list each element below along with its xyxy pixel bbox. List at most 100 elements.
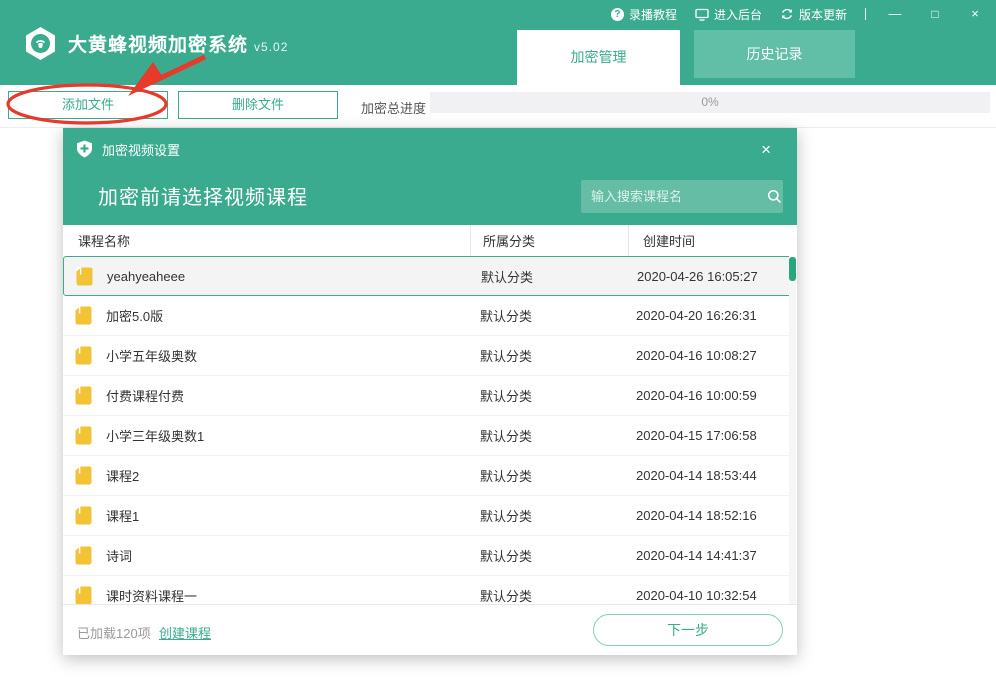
course-row[interactable]: 小学五年级奥数 默认分类 2020-04-16 10:08:27: [63, 336, 793, 376]
course-name: 小学五年级奥数: [106, 346, 197, 365]
search-box: [581, 180, 783, 213]
folder-icon: [76, 267, 93, 286]
course-name-cell: 诗词: [63, 546, 470, 565]
scrollbar-thumb[interactable]: [789, 257, 796, 281]
menu-label-backend: 进入后台: [714, 6, 762, 23]
title-bar: ? 录播教程 进入后台 版本更新 — □ ×: [0, 0, 996, 85]
folder-icon: [75, 466, 92, 485]
course-name-cell: yeahyeaheee: [64, 267, 471, 286]
course-name-cell: 课程1: [63, 506, 470, 525]
loaded-count-text: 已加载120项: [77, 623, 151, 642]
course-category: 默认分类: [470, 386, 628, 405]
column-header-name: 课程名称: [63, 225, 470, 256]
folder-icon: [75, 346, 92, 365]
dialog-footer: 已加载120项 创建课程 下一步: [63, 604, 797, 655]
course-created: 2020-04-14 18:53:44: [628, 468, 797, 483]
folder-icon: [75, 426, 92, 445]
folder-icon: [75, 506, 92, 525]
course-row[interactable]: 课程2 默认分类 2020-04-14 18:53:44: [63, 456, 793, 496]
menu-separator: [865, 8, 866, 20]
dialog-close-icon[interactable]: ×: [761, 141, 771, 158]
course-category: 默认分类: [470, 306, 628, 325]
course-name: 课程1: [106, 506, 139, 525]
dialog-teal-header: 加密视频设置 × 加密前请选择视频课程: [63, 128, 797, 225]
minimize-button[interactable]: —: [884, 0, 906, 28]
menu-item-update[interactable]: 版本更新: [780, 6, 847, 23]
course-row[interactable]: 课时资料课程一 默认分类 2020-04-10 10:32:54: [63, 576, 793, 604]
course-created: 2020-04-14 14:41:37: [628, 548, 797, 563]
course-created: 2020-04-16 10:08:27: [628, 348, 797, 363]
menu-label-update: 版本更新: [799, 6, 847, 23]
folder-icon: [75, 306, 92, 325]
course-created: 2020-04-20 16:26:31: [628, 308, 797, 323]
course-name: 诗词: [106, 546, 132, 565]
column-header-category: 所属分类: [470, 225, 628, 256]
dialog-title-small: 加密视频设置: [102, 140, 761, 159]
create-course-link[interactable]: 创建课程: [159, 623, 211, 642]
course-category: 默认分类: [471, 267, 629, 286]
maximize-button[interactable]: □: [924, 0, 946, 28]
course-name-cell: 小学五年级奥数: [63, 346, 470, 365]
course-category: 默认分类: [470, 586, 628, 604]
app-window: ? 录播教程 进入后台 版本更新 — □ ×: [0, 0, 996, 679]
progress-label: 加密总进度: [361, 98, 426, 117]
course-row[interactable]: 小学三年级奥数1 默认分类 2020-04-15 17:06:58: [63, 416, 793, 456]
course-name-cell: 付费课程付费: [63, 386, 470, 405]
scrollbar-track[interactable]: [789, 256, 796, 604]
folder-icon: [75, 546, 92, 565]
course-created: 2020-04-15 17:06:58: [628, 428, 797, 443]
dialog-main-title: 加密前请选择视频课程: [98, 181, 308, 210]
tab-history[interactable]: 历史记录: [694, 30, 855, 78]
course-row[interactable]: 付费课程付费 默认分类 2020-04-16 10:00:59: [63, 376, 793, 416]
refresh-icon: [780, 7, 794, 21]
course-name-cell: 课时资料课程一: [63, 586, 470, 604]
close-button[interactable]: ×: [964, 0, 986, 28]
course-category: 默认分类: [470, 346, 628, 365]
shield-plus-icon: [76, 140, 93, 158]
app-title-text: 大黄蜂视频加密系统: [68, 35, 248, 56]
course-row[interactable]: yeahyeaheee 默认分类 2020-04-26 16:05:27: [63, 256, 793, 296]
course-category: 默认分类: [470, 546, 628, 565]
course-row[interactable]: 课程1 默认分类 2020-04-14 18:52:16: [63, 496, 793, 536]
course-name-cell: 加密5.0版: [63, 306, 470, 325]
course-created: 2020-04-14 18:52:16: [628, 508, 797, 523]
encrypt-settings-dialog: 加密视频设置 × 加密前请选择视频课程 课程名称 所属分类 创建时间: [63, 128, 797, 655]
menu-item-tutorial[interactable]: ? 录播教程: [611, 6, 677, 23]
folder-icon: [75, 586, 92, 604]
monitor-icon: [695, 8, 709, 21]
course-name: yeahyeaheee: [107, 269, 185, 284]
course-name-cell: 课程2: [63, 466, 470, 485]
search-icon[interactable]: [767, 189, 782, 204]
course-created: 2020-04-26 16:05:27: [629, 269, 797, 284]
search-input[interactable]: [591, 189, 767, 204]
course-category: 默认分类: [470, 466, 628, 485]
course-row[interactable]: 诗词 默认分类 2020-04-14 14:41:37: [63, 536, 793, 576]
help-icon: ?: [611, 8, 624, 21]
app-version: v5.02: [254, 40, 288, 54]
toolbar: 添加文件 删除文件 加密总进度 0%: [0, 85, 996, 128]
table-header: 课程名称 所属分类 创建时间: [63, 225, 797, 256]
menu-item-backend[interactable]: 进入后台: [695, 6, 762, 23]
course-name: 小学三年级奥数1: [106, 426, 204, 445]
add-file-button[interactable]: 添加文件: [8, 91, 168, 119]
course-name-cell: 小学三年级奥数1: [63, 426, 470, 445]
course-name: 课时资料课程一: [106, 586, 197, 604]
course-table-body: yeahyeaheee 默认分类 2020-04-26 16:05:27 加密5…: [63, 256, 797, 604]
window-menu: ? 录播教程 进入后台 版本更新 — □ ×: [611, 0, 986, 28]
encryption-progress-bar: 0%: [430, 92, 990, 113]
app-title: 大黄蜂视频加密系统 v5.02: [68, 30, 288, 57]
course-created: 2020-04-10 10:32:54: [628, 588, 797, 603]
course-name: 加密5.0版: [106, 306, 163, 325]
course-row[interactable]: 加密5.0版 默认分类 2020-04-20 16:26:31: [63, 296, 793, 336]
course-category: 默认分类: [470, 506, 628, 525]
tab-encrypt-manage[interactable]: 加密管理: [517, 30, 680, 85]
app-logo-icon: [24, 26, 57, 61]
course-category: 默认分类: [470, 426, 628, 445]
next-step-button[interactable]: 下一步: [593, 614, 783, 646]
course-name: 课程2: [106, 466, 139, 485]
column-header-created: 创建时间: [628, 225, 797, 256]
app-brand: 大黄蜂视频加密系统 v5.02: [24, 26, 288, 61]
dialog-header-bar: 加密视频设置 ×: [63, 128, 797, 170]
course-created: 2020-04-16 10:00:59: [628, 388, 797, 403]
delete-file-button[interactable]: 删除文件: [178, 91, 338, 119]
